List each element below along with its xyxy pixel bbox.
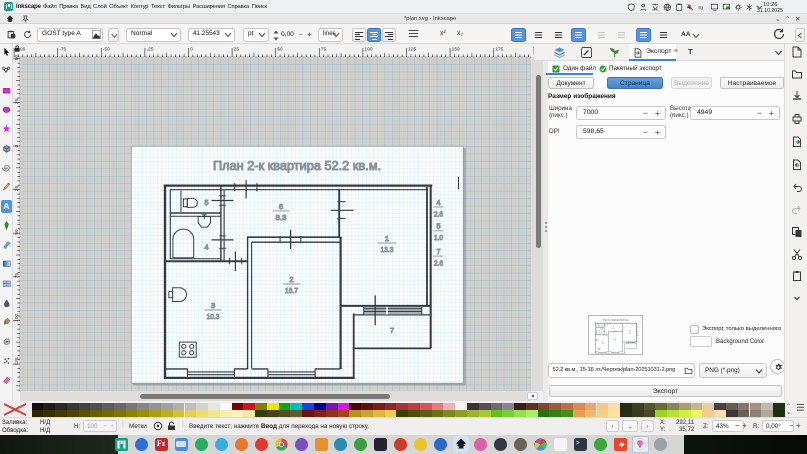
svg-text:50: 50 <box>277 47 283 53</box>
svg-text:1.0: 1.0 <box>434 233 443 242</box>
svg-text:100: 100 <box>364 47 372 53</box>
svg-text:7: 7 <box>637 332 638 334</box>
svg-text:4: 4 <box>637 325 638 327</box>
svg-text:6: 6 <box>279 202 283 211</box>
svg-text:0: 0 <box>190 47 193 53</box>
svg-text:7: 7 <box>437 247 441 256</box>
svg-text:5: 5 <box>437 222 441 231</box>
svg-text:ru: ru <box>698 5 703 11</box>
svg-text:175: 175 <box>495 47 503 53</box>
svg-text:5: 5 <box>204 198 208 207</box>
svg-text:3: 3 <box>211 301 215 310</box>
svg-text:4: 4 <box>437 198 441 207</box>
svg-text:-50: -50 <box>103 47 110 53</box>
svg-text:75: 75 <box>321 47 327 53</box>
svg-text:2.6: 2.6 <box>434 258 443 267</box>
svg-text:7: 7 <box>630 345 631 347</box>
svg-text:4: 4 <box>601 332 602 334</box>
svg-text:8.3: 8.3 <box>612 327 614 329</box>
svg-text:6: 6 <box>613 325 614 327</box>
svg-text:-25: -25 <box>146 47 153 53</box>
svg-text:-75: -75 <box>59 47 66 53</box>
svg-text:25: 25 <box>234 47 240 53</box>
svg-text:16.7: 16.7 <box>614 338 616 340</box>
svg-text:16.7: 16.7 <box>285 286 298 295</box>
svg-text:1: 1 <box>629 330 630 332</box>
svg-text:1: 1 <box>385 234 389 243</box>
svg-text:2: 2 <box>289 275 293 284</box>
svg-text:1.0: 1.0 <box>637 330 639 332</box>
svg-text:10.3: 10.3 <box>207 312 220 321</box>
svg-text:13.3: 13.3 <box>381 245 394 254</box>
svg-text:2: 2 <box>614 337 615 339</box>
svg-text:4: 4 <box>204 242 208 251</box>
svg-text:План 2-к квартира 52.2 кв.м.: План 2-к квартира 52.2 кв.м. <box>602 319 629 321</box>
svg-text:3: 3 <box>602 341 603 343</box>
svg-text:5: 5 <box>601 325 602 327</box>
svg-text:150: 150 <box>452 47 460 53</box>
svg-text:10.3: 10.3 <box>601 342 603 344</box>
svg-text:8.3: 8.3 <box>276 213 287 222</box>
svg-text:5: 5 <box>637 328 638 330</box>
svg-text:2.6: 2.6 <box>637 326 639 328</box>
svg-text:2.6: 2.6 <box>434 209 443 218</box>
svg-text:13.3: 13.3 <box>628 332 630 334</box>
svg-text:2.6: 2.6 <box>637 334 639 336</box>
svg-text:7: 7 <box>390 326 394 335</box>
svg-text:125: 125 <box>408 47 416 53</box>
svg-text:План 2-к квартира 52.2 кв.м.: План 2-к квартира 52.2 кв.м. <box>213 159 381 173</box>
